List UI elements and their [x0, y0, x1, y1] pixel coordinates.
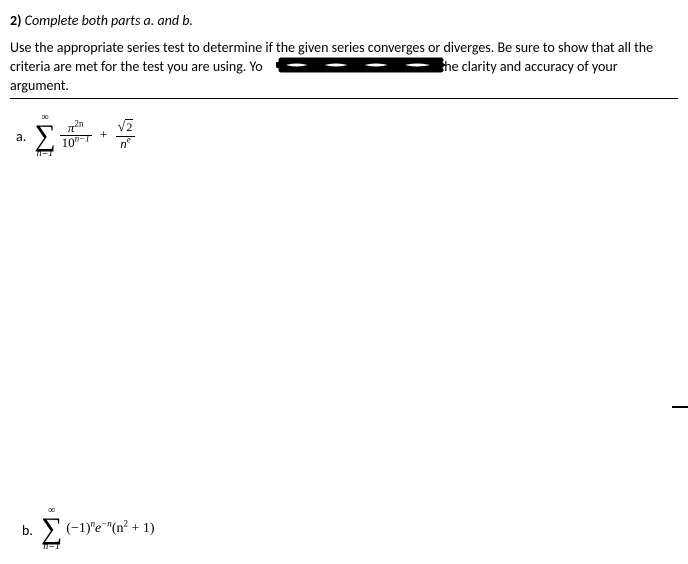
sigma-b-lower: n=1 — [43, 542, 60, 552]
sigma-a-glyph: ∑ — [34, 123, 55, 149]
part-b-expression: ∞ ∑ n=1 (−1)ne−n(n2 + 1) — [41, 506, 155, 552]
instructions-line2-pre: criteria are met for the test you are us… — [10, 58, 263, 75]
part-b-label: b. — [22, 520, 33, 539]
part-a-expression: ∞ ∑ n=1 π2n 10n−1 + 2 ne — [34, 113, 135, 159]
part-b-formula: (−1)ne−n(n2 + 1) — [66, 521, 154, 537]
pi-exp: 2n — [74, 119, 83, 129]
instructions-line1: Use the appropriate series test to deter… — [10, 39, 653, 56]
question-directive: Complete both parts a. and b. — [25, 12, 193, 29]
sqrt-radicand: 2 — [125, 119, 133, 134]
n-exp: e — [127, 134, 131, 144]
b-close: + 1) — [128, 521, 155, 536]
sigma-symbol-b: ∞ ∑ n=1 — [41, 506, 62, 552]
page-edge-mark-icon — [672, 406, 688, 408]
part-b-row: b. ∞ ∑ n=1 (−1)ne−n(n2 + 1) — [22, 506, 155, 552]
b-open: (−1) — [66, 521, 90, 536]
part-a-term1: π2n 10n−1 — [60, 121, 92, 151]
term2-denominator: ne — [118, 137, 133, 151]
ten-base: 10 — [62, 135, 75, 150]
ten-exp: n−1 — [75, 134, 90, 144]
plus-operator: + — [96, 128, 112, 144]
b-sup2: −n — [101, 518, 112, 528]
question-number: 2) — [10, 12, 21, 29]
part-a-term2: 2 ne — [116, 120, 136, 151]
question-header: 2) Complete both parts a. and b. — [10, 12, 678, 29]
part-a-label: a. — [16, 126, 26, 145]
sigma-b-glyph: ∑ — [41, 516, 62, 542]
sigma-symbol-a: ∞ ∑ n=1 — [34, 113, 55, 159]
term2-numerator: 2 — [116, 120, 136, 135]
sigma-a-lower: n=1 — [37, 149, 54, 159]
instructions-block: Use the appropriate series test to deter… — [10, 39, 678, 99]
sqrt-icon: 2 — [118, 119, 134, 134]
term1-denominator: 10n−1 — [60, 136, 92, 150]
b-tail: (n — [112, 521, 124, 536]
part-a-row: a. ∞ ∑ n=1 π2n 10n−1 + 2 ne — [16, 113, 678, 159]
